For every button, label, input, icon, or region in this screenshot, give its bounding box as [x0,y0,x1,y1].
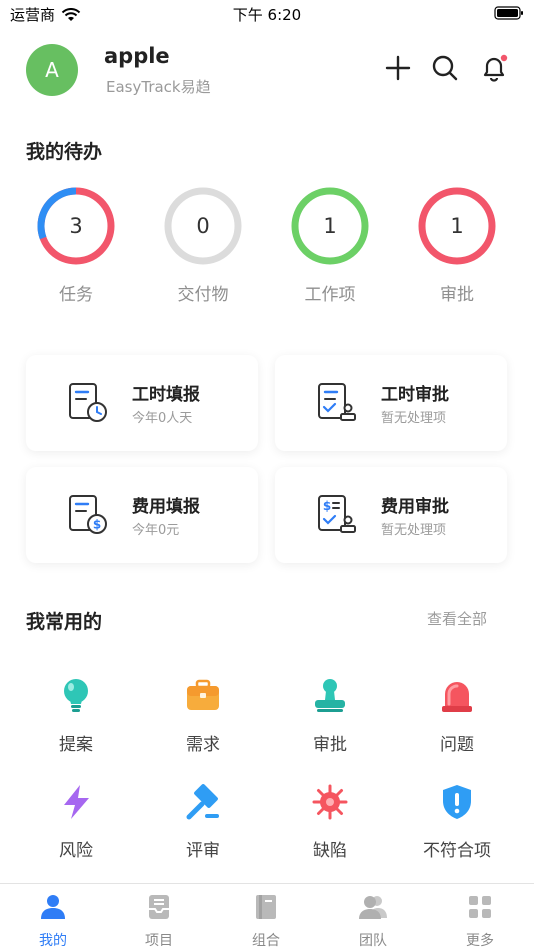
gavel-icon [186,784,219,820]
card-timesheet-approve[interactable]: 工时审批 暂无处理项 [275,355,507,451]
battery-icon [494,6,523,20]
search-icon[interactable] [431,54,459,82]
tab-label: 团队 [359,933,387,949]
stamp-icon [315,679,345,712]
fav-label: 审批 [313,735,347,755]
expense-dollar-icon: $ [69,495,107,534]
briefcase-icon [187,679,219,710]
tab-projects[interactable]: 项目 [124,892,194,950]
todo-section-title: 我的待办 [26,141,103,163]
card-title: 工时填报 [132,385,200,405]
todo-ring: 1 [417,186,497,266]
tab-label: 更多 [466,933,494,949]
bell-icon[interactable] [480,54,508,82]
todo-count: 1 [323,214,337,238]
card-subtitle: 今年0人天 [132,411,193,426]
todo-item-work-items[interactable]: 1 工作项 [285,186,375,305]
todo-item-deliverables[interactable]: 0 交付物 [158,186,248,305]
todo-label: 任务 [59,285,93,305]
todo-count: 3 [69,214,83,238]
view-all-link[interactable]: 查看全部 [427,608,487,629]
fav-item-approval[interactable]: 审批 [280,676,380,755]
todo-item-tasks[interactable]: 3 任务 [31,186,121,305]
fav-item-requirement[interactable]: 需求 [153,676,253,755]
fav-item-defect[interactable]: 缺陷 [280,782,380,861]
todo-ring: 1 [290,186,370,266]
todo-count: 0 [196,214,210,238]
card-title: 费用填报 [132,497,200,517]
svg-text:$: $ [93,518,101,532]
fav-label: 需求 [186,735,220,755]
fav-label: 不符合项 [423,841,491,861]
fav-item-proposal[interactable]: 提案 [26,676,126,755]
fav-label: 问题 [440,735,474,755]
fav-item-review[interactable]: 评审 [153,782,253,861]
card-title: 工时审批 [381,385,449,405]
lightbulb-icon [64,679,88,712]
avatar[interactable]: A [26,44,78,96]
fav-label: 风险 [59,841,93,861]
card-expense-fill[interactable]: $ 费用填报 今年0元 [26,467,258,563]
todo-item-approvals[interactable]: 1 审批 [412,186,502,305]
fav-item-risk[interactable]: 风险 [26,782,126,861]
todo-label: 审批 [440,285,474,305]
tab-label: 组合 [252,933,280,949]
plus-icon[interactable] [384,54,412,82]
timesheet-approve-icon [318,383,356,421]
inbox-icon [149,895,169,919]
card-subtitle: 暂无处理项 [381,411,447,426]
tab-portfolio[interactable]: 组合 [231,892,301,950]
card-expense-approve[interactable]: $ 费用审批 暂无处理项 [275,467,507,563]
card-timesheet-fill[interactable]: 工时填报 今年0人天 [26,355,258,451]
todo-count: 1 [450,214,464,238]
card-title: 费用审批 [381,497,449,517]
shield-alert-icon [443,785,471,819]
card-subtitle: 暂无处理项 [381,523,447,538]
svg-text:$: $ [323,499,331,513]
fav-item-nonconformance[interactable]: 不符合项 [407,782,507,861]
timesheet-clock-icon [69,383,107,422]
user-name: apple [104,44,170,68]
todo-label: 工作项 [304,285,356,305]
todo-ring: 0 [163,186,243,266]
tab-team[interactable]: 团队 [338,892,408,950]
card-subtitle: 今年0元 [132,523,180,538]
todo-row: 3 任务 0 交付物 1 工作项 1 审批 [0,186,534,316]
todo-ring: 3 [36,186,116,266]
todo-label: 交付物 [177,285,229,305]
tab-label: 项目 [145,933,173,949]
book-icon [256,895,276,919]
fav-label: 缺陷 [313,841,347,861]
team-icon [359,896,387,919]
tab-bar: 我的 项目 组合 团队 更多 [0,883,534,950]
fav-label: 评审 [186,841,220,861]
header: A apple EasyTrack易趋 [0,40,534,100]
fav-label: 提案 [59,735,93,755]
tab-more[interactable]: 更多 [445,892,515,950]
bug-icon [312,784,348,820]
fav-item-issue[interactable]: 问题 [407,676,507,755]
status-time: 下午 6:20 [232,6,302,24]
alarm-light-icon [442,682,472,712]
person-icon [41,895,65,919]
grid-icon [469,896,491,918]
user-subtitle: EasyTrack易趋 [106,78,211,96]
tab-label: 我的 [39,933,67,949]
favorites-section-title: 我常用的 [26,611,103,633]
lightning-icon [64,785,89,819]
status-bar: 运营商 下午 6:20 [0,0,534,28]
expense-approve-icon: $ [318,495,356,533]
tab-mine[interactable]: 我的 [18,892,88,950]
